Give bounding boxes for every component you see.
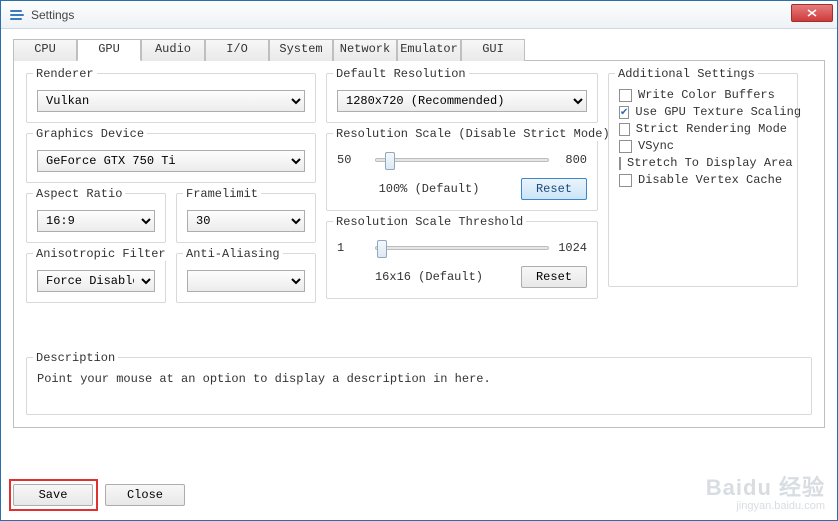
description-legend: Description: [33, 351, 118, 365]
close-button[interactable]: Close: [105, 484, 185, 506]
settings-window: Settings CPU GPU Audio I/O System Networ…: [0, 0, 838, 521]
additional-settings-group: Additional Settings Write Color Buffers …: [608, 73, 798, 287]
antialiasing-group: Anti-Aliasing: [176, 253, 316, 303]
tab-cpu[interactable]: CPU: [13, 39, 77, 61]
res-thresh-slider[interactable]: [375, 238, 549, 258]
framelimit-group: Framelimit 30: [176, 193, 316, 243]
resolution-threshold-legend: Resolution Scale Threshold: [333, 215, 526, 229]
tab-system[interactable]: System: [269, 39, 333, 61]
checkbox-stretch-display-area[interactable]: Stretch To Display Area: [619, 156, 787, 170]
window-title: Settings: [31, 8, 74, 22]
window-close-button[interactable]: [791, 4, 833, 22]
resolution-scale-group: Resolution Scale (Disable Strict Mode) 5…: [326, 133, 598, 211]
tab-emulator[interactable]: Emulator: [397, 39, 461, 61]
res-scale-min: 50: [337, 153, 369, 167]
res-scale-slider[interactable]: [375, 150, 549, 170]
res-scale-reset-button[interactable]: Reset: [521, 178, 587, 200]
renderer-group: Renderer Vulkan: [26, 73, 316, 123]
titlebar: Settings: [1, 1, 837, 29]
res-thresh-max: 1024: [555, 241, 587, 255]
aspect-ratio-legend: Aspect Ratio: [33, 187, 125, 201]
checkbox-icon: [619, 89, 632, 102]
checkbox-vsync[interactable]: VSync: [619, 139, 787, 153]
res-thresh-min: 1: [337, 241, 369, 255]
checkbox-icon: [619, 174, 632, 187]
renderer-legend: Renderer: [33, 67, 97, 81]
watermark-brand: Baidu 经验: [706, 476, 825, 500]
description-group: Description Point your mouse at an optio…: [26, 357, 812, 415]
aspect-ratio-group: Aspect Ratio 16:9: [26, 193, 166, 243]
tab-gui[interactable]: GUI: [461, 39, 525, 61]
antialiasing-select[interactable]: [187, 270, 305, 292]
default-resolution-group: Default Resolution 1280x720 (Recommended…: [326, 73, 598, 123]
checkbox-write-color-buffers[interactable]: Write Color Buffers: [619, 88, 787, 102]
res-thresh-reset-button[interactable]: Reset: [521, 266, 587, 288]
tab-network[interactable]: Network: [333, 39, 397, 61]
checkbox-icon: [619, 123, 630, 136]
default-resolution-legend: Default Resolution: [333, 67, 469, 81]
tab-pane-gpu: Renderer Vulkan Graphics Device GeForce …: [13, 61, 825, 428]
tab-gpu[interactable]: GPU: [77, 39, 141, 61]
app-icon: [9, 7, 25, 23]
framelimit-legend: Framelimit: [183, 187, 261, 201]
res-scale-max: 800: [555, 153, 587, 167]
aspect-ratio-select[interactable]: 16:9: [37, 210, 155, 232]
anisotropic-legend: Anisotropic Filter: [33, 247, 169, 261]
checkbox-strict-rendering-mode[interactable]: Strict Rendering Mode: [619, 122, 787, 136]
antialiasing-legend: Anti-Aliasing: [183, 247, 283, 261]
content-area: CPU GPU Audio I/O System Network Emulato…: [1, 29, 837, 440]
default-resolution-select[interactable]: 1280x720 (Recommended): [337, 90, 587, 112]
checkbox-icon: [619, 157, 621, 170]
checkbox-gpu-texture-scaling[interactable]: ✔ Use GPU Texture Scaling: [619, 105, 787, 119]
additional-settings-legend: Additional Settings: [615, 67, 758, 81]
anisotropic-group: Anisotropic Filter Force Disabled: [26, 253, 166, 303]
tab-io[interactable]: I/O: [205, 39, 269, 61]
graphics-device-select[interactable]: GeForce GTX 750 Ti: [37, 150, 305, 172]
checkbox-icon: ✔: [619, 106, 629, 119]
watermark-url: jingyan.baidu.com: [706, 500, 825, 512]
resolution-threshold-group: Resolution Scale Threshold 1 1024 16x16 …: [326, 221, 598, 299]
resolution-scale-legend: Resolution Scale (Disable Strict Mode): [333, 127, 613, 141]
renderer-select[interactable]: Vulkan: [37, 90, 305, 112]
description-text: Point your mouse at an option to display…: [37, 366, 801, 404]
checkbox-disable-vertex-cache[interactable]: Disable Vertex Cache: [619, 173, 787, 187]
checkbox-icon: [619, 140, 632, 153]
framelimit-select[interactable]: 30: [187, 210, 305, 232]
tabs-bar: CPU GPU Audio I/O System Network Emulato…: [13, 39, 825, 61]
graphics-device-group: Graphics Device GeForce GTX 750 Ti: [26, 133, 316, 183]
watermark: Baidu 经验 jingyan.baidu.com: [706, 476, 825, 512]
bottom-button-bar: Save Close: [13, 484, 185, 506]
anisotropic-select[interactable]: Force Disabled: [37, 270, 155, 292]
save-button[interactable]: Save: [13, 484, 93, 506]
tab-audio[interactable]: Audio: [141, 39, 205, 61]
res-thresh-value-label: 16x16 (Default): [337, 270, 521, 284]
res-scale-value-label: 100% (Default): [337, 182, 521, 196]
graphics-device-legend: Graphics Device: [33, 127, 147, 141]
